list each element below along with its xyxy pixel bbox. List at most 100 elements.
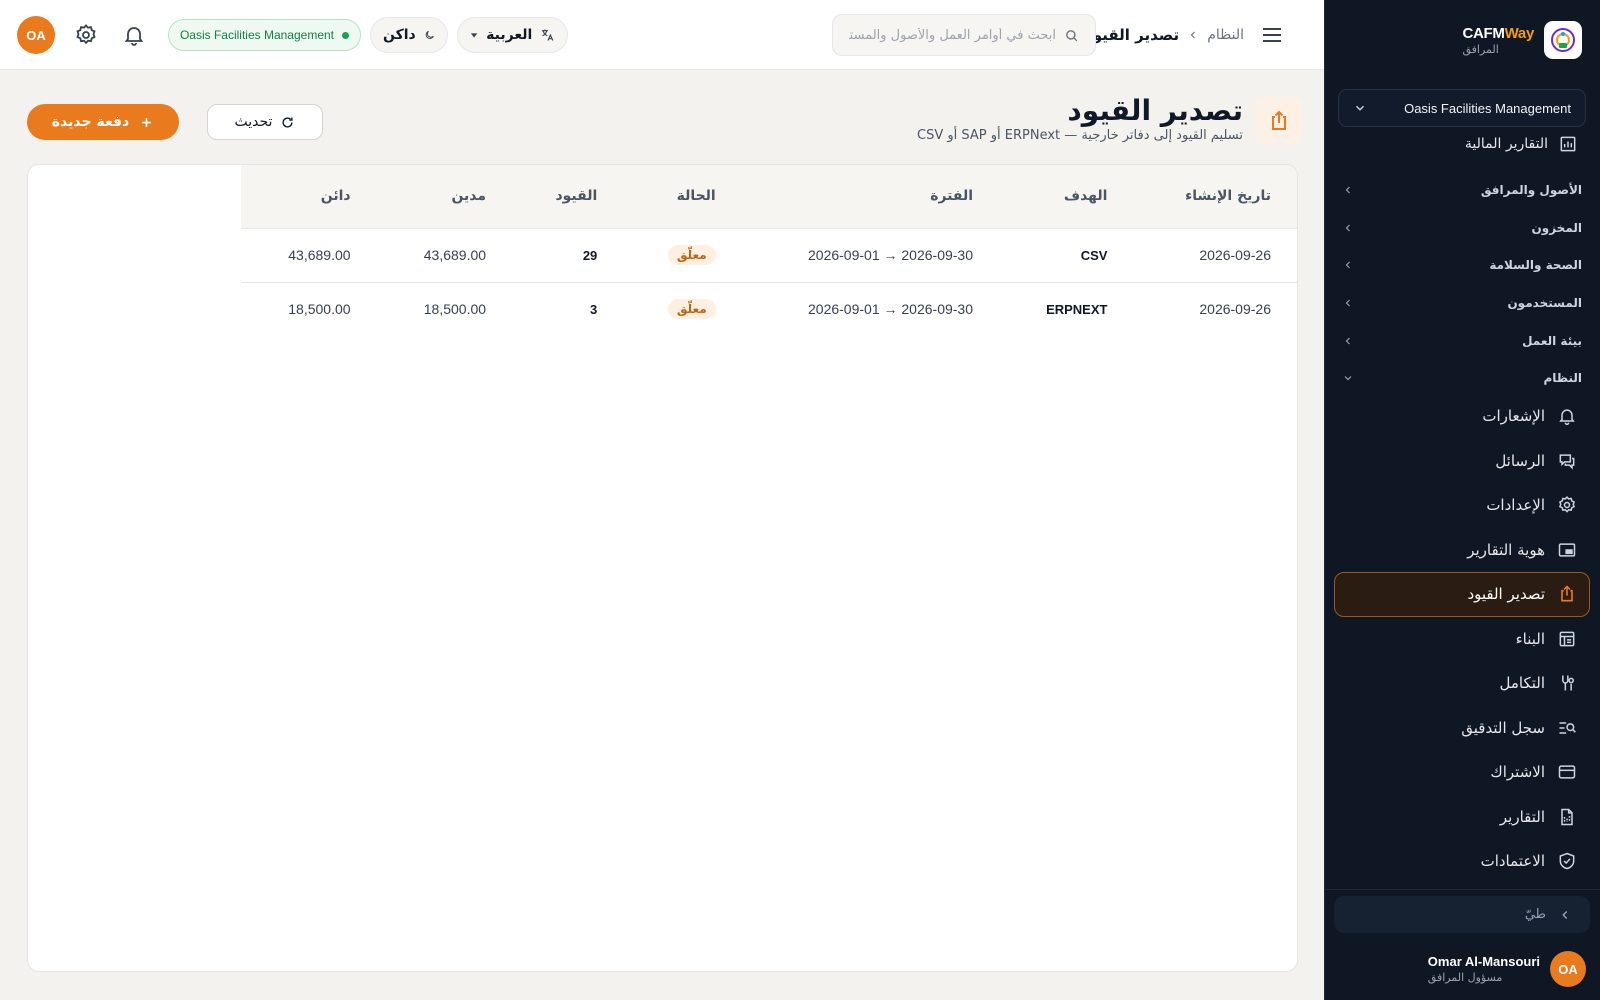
cell-status: معلّق [623, 228, 742, 283]
column-header-target[interactable]: الهدف [999, 165, 1134, 229]
breadcrumb: النظام تصدير القيود [1085, 22, 1244, 48]
search-box [832, 14, 1096, 56]
column-header-created[interactable]: تاريخ الإنشاء [1133, 165, 1297, 229]
integration-icon [1562, 675, 1574, 691]
card-icon [1558, 765, 1576, 779]
table-row[interactable]: 2026-09-26 CSV 2026-09-01 → 2026-09-30 م… [241, 228, 1297, 283]
avatar: OA [1550, 951, 1586, 987]
translate-icon [542, 29, 554, 41]
branding-icon [1558, 543, 1576, 557]
sidebar-item-messages[interactable]: الرسائل [1334, 439, 1590, 484]
plus-icon [142, 117, 152, 127]
theme-label: داكن [383, 27, 416, 43]
menu-icon[interactable] [1260, 23, 1284, 47]
brand-text: CAFMWay المرافق [1462, 25, 1534, 56]
org-badge-label: Oasis Facilities Management [179, 28, 334, 42]
cell-created: 2026-09-26 [1199, 301, 1271, 318]
sidebar-groups: الأصول والمرافق المخزون الصحة والسلامة ا… [1342, 171, 1582, 397]
page-subtitle: تسليم القيود إلى دفاتر خارجية — ERPNext … [917, 128, 1243, 143]
chevron-left-icon [1345, 337, 1350, 345]
page-icon [1255, 97, 1302, 144]
brand-name: CAFMWay [1462, 25, 1534, 42]
batches-table: تاريخ الإنشاء الهدف الفترة الحالة القيود… [241, 165, 1297, 336]
refresh-button[interactable]: تحديث [207, 104, 323, 140]
avatar-initials: OA [26, 27, 46, 43]
caret-down-icon [470, 33, 478, 38]
sidebar-item-financial-reports[interactable]: التقارير المالية [1346, 131, 1578, 157]
org-select[interactable]: Oasis Facilities Management [1338, 89, 1586, 127]
user-role: مسؤول المرافق [1427, 971, 1503, 984]
moon-icon [425, 30, 434, 39]
shield-check-icon [1559, 852, 1575, 870]
cell-status: معلّق [623, 282, 741, 336]
sidebar-group-users[interactable]: المستخدمون [1342, 284, 1582, 322]
cell-credit: 18,500.00 [288, 301, 351, 318]
sidebar-collapse-button[interactable]: طيّ [1334, 896, 1590, 933]
bell-icon [1559, 409, 1575, 426]
breadcrumb-parent[interactable]: النظام [1207, 27, 1244, 43]
sidebar-group-hse[interactable]: الصحة والسلامة [1342, 246, 1582, 284]
cell-debit: 18,500.00 [423, 301, 487, 318]
chevron-left-icon [1190, 31, 1196, 39]
user-profile[interactable]: OA Omar Al-Mansouri مسؤول المرافق [1339, 950, 1586, 988]
sidebar-item-journal-export[interactable]: تصدير القيود [1334, 572, 1590, 617]
language-switcher[interactable]: العربية [457, 17, 568, 53]
sidebar-group-assets[interactable]: الأصول والمرافق [1342, 171, 1582, 209]
chevron-left-icon [1562, 910, 1568, 919]
avatar[interactable]: OA [17, 16, 55, 54]
org-select-label: Oasis Facilities Management [1404, 100, 1571, 116]
search-icon [1066, 29, 1078, 41]
sidebar-item-audit-log[interactable]: سجل التدقيق [1334, 706, 1590, 751]
batches-card: تاريخ الإنشاء الهدف الفترة الحالة القيود… [27, 164, 1298, 972]
column-header-status[interactable]: الحالة [623, 165, 742, 229]
sidebar-group-label: الأصول والمرافق [1480, 182, 1582, 197]
brand-name-secondary: Way [1504, 24, 1535, 42]
gear-icon[interactable] [74, 23, 98, 47]
sidebar-item-label: الإعدادات [1486, 496, 1545, 515]
audit-icon [1559, 722, 1576, 734]
sidebar-group-system[interactable]: النظام [1342, 359, 1582, 397]
chevron-left-icon [1345, 261, 1350, 269]
sidebar-item-label: التكامل [1499, 674, 1545, 693]
chevron-down-icon [1344, 376, 1352, 381]
topbar: النظام تصدير القيود العربية داكن Oasis F… [0, 0, 1324, 70]
table-header: تاريخ الإنشاء الهدف الفترة الحالة القيود… [241, 165, 1297, 229]
table-row[interactable]: 2026-09-26 ERPNEXT 2026-09-01 → 2026-09-… [241, 282, 1297, 336]
export-icon [1271, 110, 1286, 130]
new-batch-label: دفعة جديدة [51, 114, 130, 130]
sidebar-item-notifications[interactable]: الإشعارات [1334, 394, 1590, 439]
sidebar-item-approvals[interactable]: الاعتمادات [1334, 839, 1590, 884]
table-body: 2026-09-26 CSV 2026-09-01 → 2026-09-30 م… [241, 228, 1297, 336]
sidebar-group-workspace[interactable]: بيئة العمل [1342, 322, 1582, 360]
reports-icon [1561, 808, 1573, 825]
sidebar-item-subscription[interactable]: الاشتراك [1334, 750, 1590, 795]
sidebar-item-label: الرسائل [1495, 451, 1545, 470]
search-input[interactable] [849, 27, 1056, 43]
new-batch-button[interactable]: دفعة جديدة [27, 104, 179, 140]
sidebar-group-inventory[interactable]: المخزون [1342, 209, 1582, 247]
chevron-left-icon [1345, 186, 1350, 194]
sidebar-item-integration[interactable]: التكامل [1334, 661, 1590, 706]
status-badge: معلّق [667, 299, 716, 320]
sidebar-item-builder[interactable]: البناء [1334, 617, 1590, 662]
status-dot [342, 31, 349, 39]
sidebar-item-settings[interactable]: الإعدادات [1334, 483, 1590, 528]
column-header-entries[interactable]: القيود [512, 165, 624, 229]
column-header-period[interactable]: الفترة [741, 165, 1000, 229]
bell-icon[interactable] [122, 23, 146, 47]
column-header-debit[interactable]: مدين [376, 165, 513, 229]
cell-debit: 43,689.00 [376, 228, 513, 283]
sidebar-item-label: التقارير المالية [1464, 136, 1548, 152]
cell-entries: 3 [590, 301, 598, 317]
cell-created: 2026-09-26 [1133, 228, 1297, 283]
refresh-icon [282, 116, 294, 128]
cell-entries: 29 [512, 228, 624, 283]
messages-icon [1559, 454, 1575, 470]
sidebar-item-report-branding[interactable]: هوية التقارير [1334, 528, 1590, 573]
brand-subtitle: المرافق [1462, 42, 1499, 56]
builder-icon [1559, 631, 1575, 647]
theme-toggle[interactable]: داكن [370, 17, 448, 53]
column-header-credit[interactable]: دائن [241, 165, 377, 229]
brand[interactable]: CAFMWay المرافق [1343, 20, 1582, 60]
sidebar-item-reports[interactable]: التقارير [1334, 795, 1590, 840]
